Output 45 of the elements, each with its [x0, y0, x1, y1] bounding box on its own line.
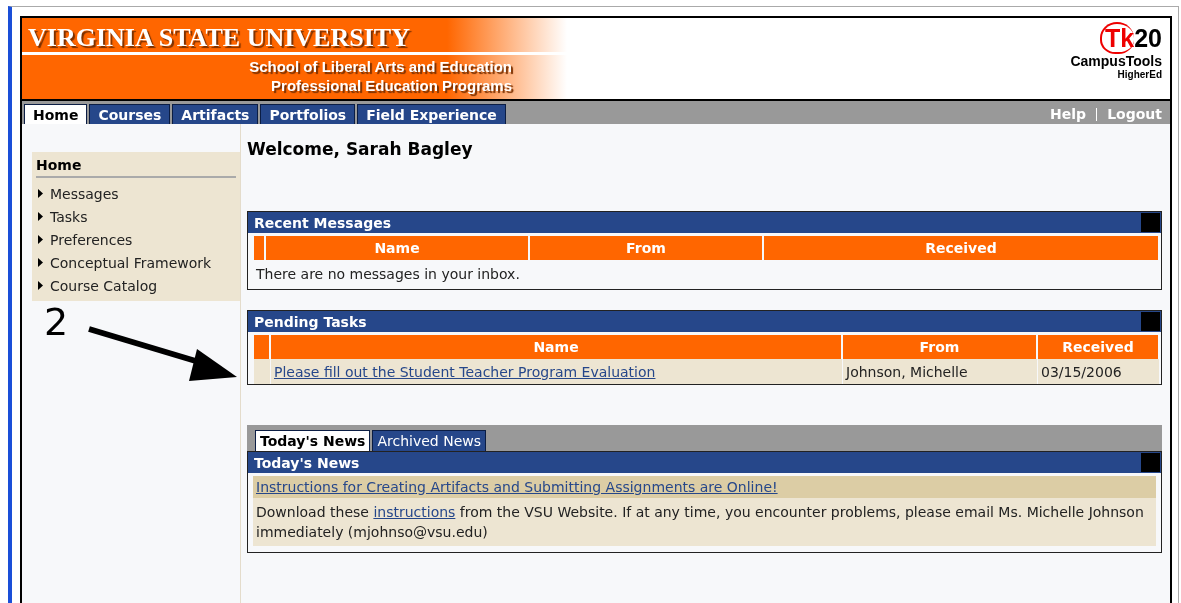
news-headline-link[interactable]: Instructions for Creating Artifacts and Submitting Assignments are Online! [256, 479, 778, 495]
nav-tab[interactable]: Artifacts [172, 104, 259, 124]
column-header: From [530, 236, 763, 260]
column-header: From [843, 335, 1037, 359]
news-tab[interactable]: Archived News [372, 430, 486, 451]
university-name: VIRGINIA STATE UNIVERSITY [22, 24, 588, 55]
sidebar-item[interactable]: Course Catalog [36, 274, 236, 297]
sidebar-item[interactable]: Messages [36, 182, 236, 205]
sidebar-item[interactable]: Conceptual Framework [36, 251, 236, 274]
triangle-bullet-icon [38, 212, 43, 221]
task-link[interactable]: Please fill out the Student Teacher Program Evaluation [274, 363, 656, 380]
school-name: School of Liberal Arts and Education [248, 57, 512, 76]
panel-title: Today's News [248, 452, 1161, 476]
news-tab[interactable]: Today's News [255, 430, 371, 451]
column-header: Name [266, 236, 529, 260]
table-cell: 03/15/2006 [1038, 359, 1159, 384]
column-header: Received [1038, 335, 1159, 359]
annotation-number: 2 [44, 303, 69, 341]
sidebar-item[interactable]: Preferences [36, 228, 236, 251]
triangle-bullet-icon [38, 189, 43, 198]
panel-title: Pending Tasks [248, 311, 1161, 335]
column-header: Name [271, 335, 842, 359]
triangle-bullet-icon [38, 281, 43, 290]
sidebar-item[interactable]: Tasks [36, 205, 236, 228]
column-header [254, 335, 270, 359]
welcome-heading: Welcome, Sarah Bagley [247, 139, 474, 161]
nav-tab[interactable]: Home [24, 104, 88, 124]
panel-toggle-icon[interactable] [1141, 213, 1160, 232]
table-cell: Johnson, Michelle [843, 359, 1037, 384]
panel-toggle-icon[interactable] [1141, 453, 1160, 472]
nav-tab[interactable]: Field Experience [357, 104, 506, 124]
news-text: Download these instructions from the VSU Website. If at any time, you encounter problems, please email Ms. Michelle Johnson immediately (mjohnso@vsu.edu) [253, 498, 1156, 546]
empty-message: There are no messages in your inbox. [255, 265, 521, 284]
tk20-logo: Tk20 CampusTools HigherEd [1070, 21, 1163, 82]
nav-tab[interactable]: Courses [89, 104, 171, 124]
sidebar-title: Home [36, 157, 236, 178]
column-header [254, 236, 265, 260]
nav-tab[interactable]: Portfolios [260, 104, 356, 124]
panel-title: Recent Messages [248, 212, 1161, 236]
column-header: Received [764, 236, 1159, 260]
panel-toggle-icon[interactable] [1141, 312, 1160, 331]
triangle-bullet-icon [38, 235, 43, 244]
instructions-link[interactable]: instructions [373, 504, 456, 520]
program-name: Professional Education Programs [270, 76, 512, 95]
triangle-bullet-icon [38, 258, 43, 267]
